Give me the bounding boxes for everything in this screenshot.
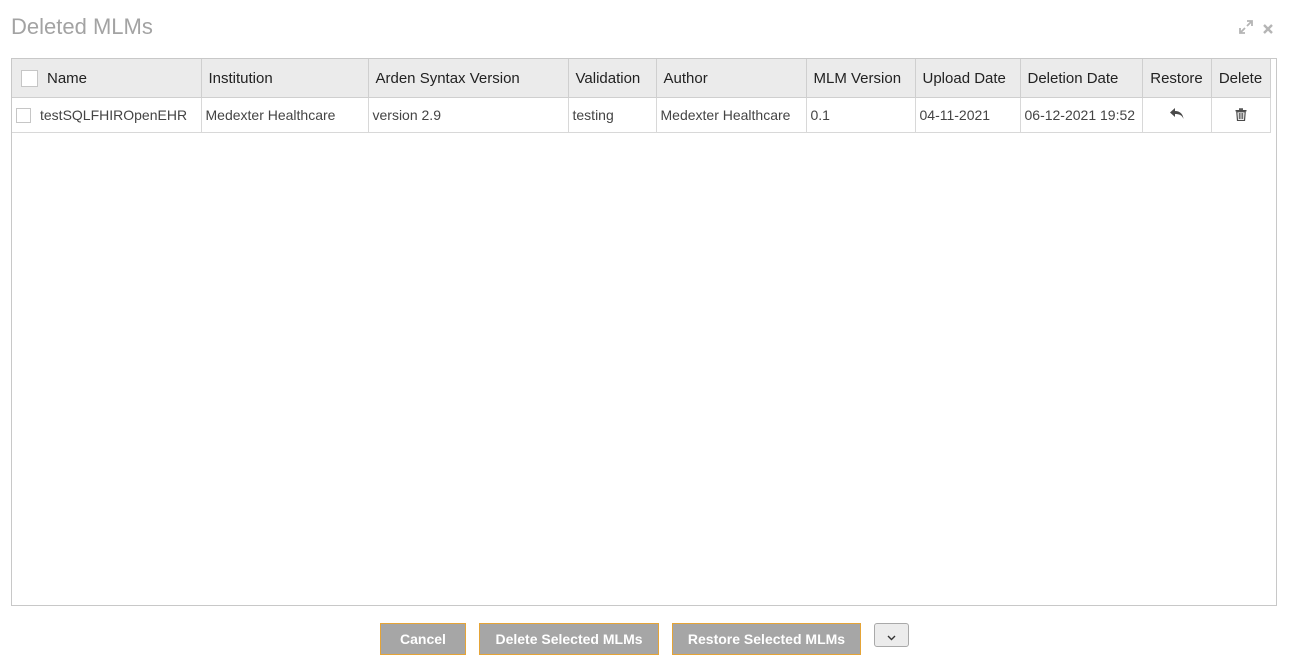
cancel-button[interactable]: Cancel	[380, 623, 466, 655]
header-arden-version[interactable]: Arden Syntax Version	[368, 59, 569, 98]
cell-name: testSQLFHIROpenEHR	[12, 97, 202, 133]
cell-arden-version: version 2.9	[368, 97, 569, 133]
header-deletion-date[interactable]: Deletion Date	[1020, 59, 1143, 98]
mlm-name: testSQLFHIROpenEHR	[40, 107, 188, 123]
cell-delete	[1211, 97, 1271, 133]
header-mlm-version[interactable]: MLM Version	[806, 59, 916, 98]
header-name-label: Name	[47, 69, 88, 87]
select-all-checkbox[interactable]	[21, 69, 38, 87]
deleted-mlms-table: Name Institution Arden Syntax Version Va…	[12, 59, 1271, 133]
header-delete: Delete	[1211, 59, 1271, 98]
cell-restore	[1142, 97, 1212, 133]
dialog-title: Deleted MLMs	[11, 14, 153, 39]
restore-selected-button[interactable]: Restore Selected MLMs	[672, 623, 861, 655]
trash-icon[interactable]	[1235, 107, 1247, 124]
table-header-row: Name Institution Arden Syntax Version Va…	[12, 59, 1271, 98]
header-restore: Restore	[1142, 59, 1212, 98]
delete-selected-button[interactable]: Delete Selected MLMs	[479, 623, 659, 655]
header-validation[interactable]: Validation	[568, 59, 657, 98]
header-institution[interactable]: Institution	[201, 59, 369, 98]
chevron-down-icon	[887, 626, 896, 645]
undo-arrow-icon[interactable]	[1169, 107, 1185, 124]
header-upload-date[interactable]: Upload Date	[915, 59, 1021, 98]
mlm-table-container: Name Institution Arden Syntax Version Va…	[11, 58, 1277, 606]
cell-institution: Medexter Healthcare	[201, 97, 369, 133]
header-name: Name	[12, 59, 202, 98]
cell-validation: testing	[568, 97, 657, 133]
cell-upload-date: 04-11-2021	[915, 97, 1021, 133]
table-row[interactable]: testSQLFHIROpenEHR Medexter Healthcare v…	[12, 97, 1271, 133]
cell-author: Medexter Healthcare	[656, 97, 807, 133]
header-author[interactable]: Author	[656, 59, 807, 98]
window-controls	[1239, 20, 1274, 39]
cell-deletion-date: 06-12-2021 19:52	[1020, 97, 1143, 133]
cell-mlm-version: 0.1	[806, 97, 916, 133]
maximize-icon[interactable]	[1239, 20, 1253, 39]
dialog-footer: Cancel Delete Selected MLMs Restore Sele…	[0, 623, 1294, 657]
close-icon[interactable]	[1262, 22, 1274, 38]
row-checkbox[interactable]	[16, 107, 31, 123]
more-options-dropdown[interactable]	[874, 623, 909, 647]
